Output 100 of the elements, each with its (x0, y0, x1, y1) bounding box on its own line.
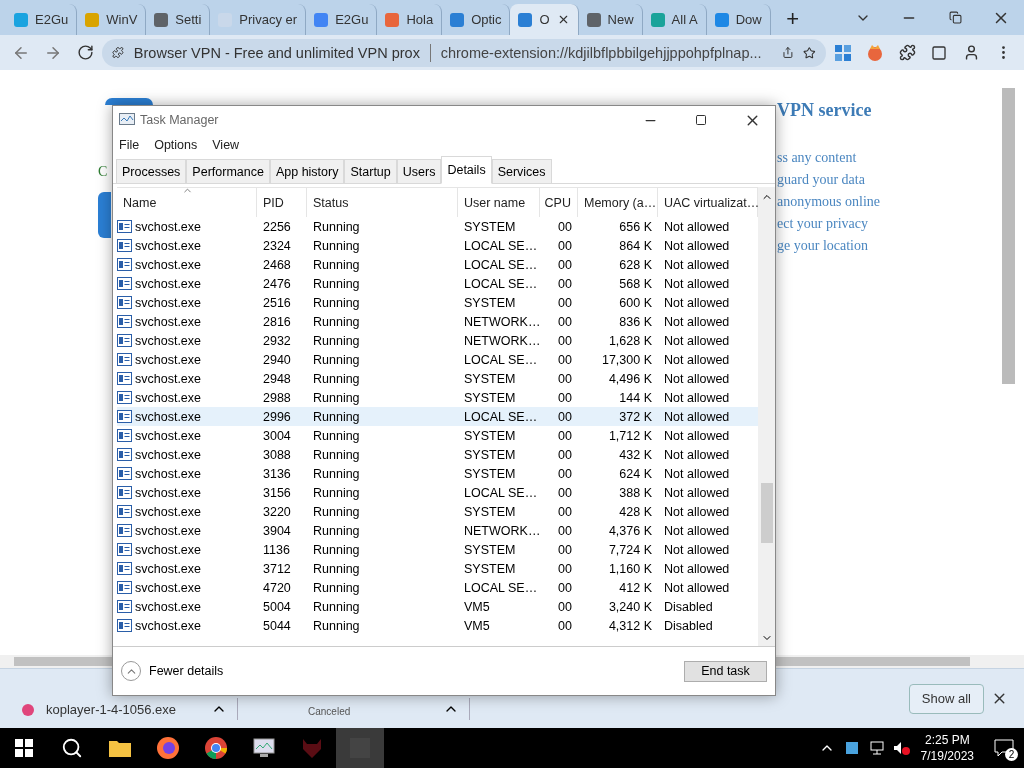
table-row[interactable]: svchost.exe 2988 Running SYSTEM 00 144 K Not allowed (117, 388, 758, 407)
process-name: svchost.exe (117, 333, 257, 348)
table-cell-text: 00 (557, 219, 573, 234)
table-cell-text: 864 K (618, 238, 653, 253)
table-row[interactable]: svchost.exe 2996 Running LOCAL SE… 00 372 K Not allowed (117, 407, 758, 426)
bug-icon (20, 701, 36, 717)
table-row[interactable]: svchost.exe 3136 Running SYSTEM 00 624 K Not allowed (117, 464, 758, 483)
folder-icon (108, 738, 132, 758)
table-row[interactable]: svchost.exe 3156 Running LOCAL SE… 00 388 K Not allowed (117, 483, 758, 502)
window-title: Task Manager (140, 113, 220, 127)
tab[interactable]: Processes (116, 159, 187, 183)
end-task-button[interactable]: End task (684, 660, 767, 682)
table-row[interactable]: svchost.exe 2476 Running LOCAL SE… 00 568 K Not allowed (117, 274, 758, 293)
table-row[interactable]: svchost.exe 2256 Running SYSTEM 00 656 K Not allowed (117, 217, 758, 236)
table-row[interactable]: svchost.exe 2932 Running NETWORK… 00 1,628 K Not allowed (117, 331, 758, 350)
process-icon (117, 543, 132, 556)
menu-item[interactable]: Options (154, 138, 205, 152)
new-tab-button[interactable]: + (778, 5, 807, 33)
table-cell-text: Not allowed (663, 504, 731, 519)
tab[interactable]: Performance (186, 159, 270, 183)
table-row[interactable]: svchost.exe 5004 Running VM5 00 3,240 K Disabled (117, 597, 758, 616)
notification-icon[interactable] (994, 739, 1014, 757)
table-row[interactable]: svchost.exe 5044 Running VM5 00 4,312 K Disabled (117, 616, 758, 635)
table-cell-text: Running (312, 276, 361, 291)
star-icon[interactable] (803, 44, 816, 61)
menu-item[interactable]: File (119, 138, 147, 152)
task-manager-icon (119, 113, 135, 127)
download-item[interactable]: koplayer-1-4-1056.exe (20, 698, 238, 720)
table-row[interactable]: svchost.exe 4720 Running LOCAL SE… 00 412 K Not allowed (117, 578, 758, 597)
share-icon[interactable] (781, 45, 794, 60)
table-cell-text: LOCAL SE… (463, 409, 539, 424)
table-cell-text: 00 (557, 295, 573, 310)
tab[interactable]: Details (441, 156, 492, 184)
tray-icon[interactable] (844, 741, 859, 755)
tab[interactable]: App history (269, 159, 345, 183)
table-cell-text: 00 (557, 238, 573, 253)
fewer-details-toggle[interactable]: Fewer details (121, 661, 224, 681)
process-name: svchost.exe (117, 409, 257, 424)
scrollbar-thumb[interactable] (776, 657, 970, 666)
table-cell-text: LOCAL SE… (463, 257, 539, 272)
clock[interactable]: 2:25 PM 7/19/2023 (920, 732, 974, 764)
table-row[interactable]: svchost.exe 3904 Running NETWORK… 00 4,376 K Not allowed (117, 521, 758, 540)
address-bar[interactable]: Browser VPN - Free and unlimited VPN prox chrome-extension://kdjilbflpbbilgehjjppohpfplnap... (102, 38, 826, 67)
column-header[interactable]: CPU (540, 188, 578, 217)
table-cell-text: 1136 (262, 542, 291, 557)
table-row[interactable]: svchost.exe 3004 Running SYSTEM 00 1,712 K Not allowed (117, 426, 758, 445)
table-cell-text: 00 (557, 257, 573, 272)
menu-item[interactable]: View (212, 138, 247, 152)
table-row[interactable]: svchost.exe 3712 Running SYSTEM 00 1,160 K Not allowed (117, 559, 758, 578)
process-icon (117, 486, 132, 499)
process-icon (117, 619, 132, 632)
scrollbar-thumb[interactable] (14, 657, 112, 666)
table-cell-text: Not allowed (663, 428, 731, 443)
table-cell-text: SYSTEM (463, 561, 517, 576)
table-row[interactable]: svchost.exe 3088 Running SYSTEM 00 432 K Not allowed (117, 445, 758, 464)
column-header[interactable]: User name (458, 188, 540, 217)
extensions-icon[interactable] (898, 44, 916, 61)
table-row[interactable]: svchost.exe 2516 Running SYSTEM 00 600 K Not allowed (117, 293, 758, 312)
table-cell-text: 2324 (262, 238, 292, 253)
table-row[interactable]: svchost.exe 1136 Running SYSTEM 00 7,724 K Not allowed (117, 540, 758, 559)
reload-icon[interactable] (76, 44, 94, 61)
windows-icon[interactable] (15, 739, 33, 757)
extension-icon[interactable] (834, 43, 852, 62)
table-cell-text: Running (312, 333, 361, 348)
table-cell-text: 4,312 K (607, 618, 653, 633)
process-icon (117, 410, 132, 423)
column-header[interactable]: Name (117, 188, 257, 217)
maximize-icon[interactable] (695, 114, 707, 126)
table-cell-text: 00 (557, 314, 573, 329)
table-row[interactable]: svchost.exe 3220 Running SYSTEM 00 428 K Not allowed (117, 502, 758, 521)
search-icon[interactable] (61, 737, 83, 759)
restore-icon[interactable] (948, 11, 962, 24)
table-row[interactable]: svchost.exe 2940 Running LOCAL SE… 00 17,300 K Not allowed (117, 350, 758, 369)
table-cell-text: 2932 (262, 333, 292, 348)
table-cell-text: Not allowed (663, 485, 731, 500)
scrollbar-thumb[interactable] (760, 483, 773, 543)
table-row[interactable]: svchost.exe 2468 Running LOCAL SE… 00 628 K Not allowed (117, 255, 758, 274)
network-icon[interactable] (868, 741, 885, 755)
scrollbar-thumb[interactable] (1001, 88, 1015, 384)
download-item[interactable]: Canceled (252, 698, 470, 720)
table-cell-text: SYSTEM (463, 219, 517, 234)
table-row[interactable]: svchost.exe 2948 Running SYSTEM 00 4,496 K Not allowed (117, 369, 758, 388)
show-all-button[interactable]: Show all (908, 683, 984, 714)
tab[interactable]: Users (396, 159, 442, 183)
browser-tab[interactable]: O (510, 4, 579, 35)
table-row[interactable]: svchost.exe 2816 Running NETWORK… 00 836 K Not allowed (117, 312, 758, 331)
table-cell-text: 7,724 K (607, 542, 653, 557)
tab[interactable]: Services (491, 159, 552, 183)
side-panel-icon[interactable] (931, 44, 947, 61)
column-header[interactable]: Memory (a… (578, 188, 658, 217)
process-icon (117, 600, 132, 613)
table-cell-text: Running (312, 561, 361, 576)
column-header[interactable]: PID (257, 188, 307, 217)
speaker-muted-icon[interactable] (892, 741, 911, 755)
extension-icon[interactable] (866, 43, 884, 62)
column-header[interactable]: Status (307, 188, 458, 217)
tab[interactable]: Startup (344, 159, 397, 183)
process-name: svchost.exe (117, 542, 257, 557)
table-cell-text: Disabled (663, 618, 714, 633)
table-row[interactable]: svchost.exe 2324 Running LOCAL SE… 00 864 K Not allowed (117, 236, 758, 255)
